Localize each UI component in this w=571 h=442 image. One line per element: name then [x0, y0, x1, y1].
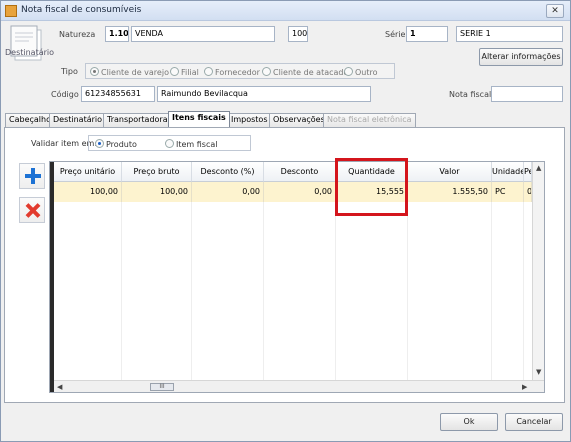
- col-peso[interactable]: Pe: [524, 162, 532, 182]
- destinatario-section-label: Destinatário: [5, 48, 55, 57]
- cancel-button[interactable]: Cancelar: [505, 413, 563, 431]
- tab-transportadora[interactable]: Transportadora: [103, 113, 172, 127]
- codigo-label: Código: [51, 90, 79, 99]
- scroll-left-icon[interactable]: ◀: [57, 383, 62, 391]
- natureza-num-field[interactable]: 100: [288, 26, 308, 42]
- serie-label: Série: [385, 30, 406, 39]
- window-title: Nota fiscal de consumíveis: [21, 5, 142, 15]
- tab-observacoes[interactable]: Observações: [269, 113, 329, 127]
- natureza-code-field[interactable]: 1.101: [105, 26, 129, 42]
- table-cell[interactable]: 0,00: [264, 182, 336, 202]
- tipo-radio-group: Cliente de varejo Filial Fornecedor Clie…: [85, 63, 395, 79]
- nota-fiscal-window: Nota fiscal de consumíveis ✕ Natureza 1.…: [0, 0, 571, 442]
- natureza-desc-field[interactable]: VENDA: [131, 26, 275, 42]
- serie-code-field[interactable]: 1: [406, 26, 448, 42]
- tab-nota-fiscal-eletronica[interactable]: Nota fiscal eletrônica: [323, 113, 416, 127]
- serie-desc-field[interactable]: SERIE 1: [456, 26, 563, 42]
- alterar-informacoes-button[interactable]: Alterar informações: [479, 48, 563, 66]
- col-desconto[interactable]: Desconto: [264, 162, 336, 182]
- quantidade-highlight-box: [335, 158, 408, 216]
- col-desconto-pct[interactable]: Desconto (%): [192, 162, 264, 182]
- scroll-thumb[interactable]: III: [150, 383, 174, 391]
- tipo-label: Tipo: [61, 67, 78, 76]
- nome-field[interactable]: Raimundo Bevilacqua: [157, 86, 371, 102]
- document-icon: [10, 25, 42, 61]
- tipo-option-cliente-varejo[interactable]: Cliente de varejo: [90, 67, 169, 77]
- horizontal-scrollbar[interactable]: ◀ III ▶: [54, 380, 544, 392]
- radio-icon: [344, 67, 353, 76]
- table-cell[interactable]: 1.555,50: [408, 182, 492, 202]
- nota-fiscal-label: Nota fiscal: [449, 90, 492, 99]
- title-bar: Nota fiscal de consumíveis ✕: [1, 1, 570, 21]
- table-cell[interactable]: 100,00: [122, 182, 192, 202]
- radio-icon: [90, 67, 99, 76]
- table-cell[interactable]: 100,00: [54, 182, 122, 202]
- table-cell[interactable]: 0,00: [192, 182, 264, 202]
- close-button[interactable]: ✕: [546, 4, 564, 18]
- remove-item-button[interactable]: [19, 197, 45, 223]
- itens-grid: Preço unitário Preço bruto Desconto (%) …: [49, 161, 545, 393]
- vertical-scrollbar[interactable]: ▲ ▼: [532, 162, 544, 380]
- validar-option-item-fiscal[interactable]: Item fiscal: [165, 139, 217, 149]
- ok-button[interactable]: Ok: [440, 413, 498, 431]
- codigo-field[interactable]: 61234855631: [81, 86, 155, 102]
- table-cell[interactable]: PC: [492, 182, 524, 202]
- radio-icon: [170, 67, 179, 76]
- tipo-option-cliente-atacado[interactable]: Cliente de atacado: [262, 67, 348, 77]
- add-item-button[interactable]: [19, 163, 45, 189]
- validar-option-produto[interactable]: Produto: [95, 139, 137, 149]
- validar-radio-group: Produto Item fiscal: [88, 135, 251, 151]
- tipo-option-fornecedor[interactable]: Fornecedor: [204, 67, 260, 77]
- radio-icon: [204, 67, 213, 76]
- tipo-option-filial[interactable]: Filial: [170, 67, 199, 77]
- radio-icon: [262, 67, 271, 76]
- tab-cabecalho[interactable]: Cabeçalho: [5, 113, 55, 127]
- col-unidade[interactable]: Unidade: [492, 162, 524, 182]
- col-preco-bruto[interactable]: Preço bruto: [122, 162, 192, 182]
- radio-icon: [95, 139, 104, 148]
- scroll-down-icon[interactable]: ▼: [536, 368, 541, 376]
- app-icon: [5, 5, 17, 17]
- tab-destinatario[interactable]: Destinatário: [49, 113, 107, 127]
- tab-impostos[interactable]: Impostos: [227, 113, 272, 127]
- natureza-label: Natureza: [59, 30, 96, 39]
- scroll-up-icon[interactable]: ▲: [536, 164, 541, 172]
- nota-fiscal-field[interactable]: [491, 86, 563, 102]
- col-valor[interactable]: Valor: [408, 162, 492, 182]
- table-cell[interactable]: 00: [524, 182, 532, 202]
- radio-icon: [165, 139, 174, 148]
- col-preco-unitario[interactable]: Preço unitário: [54, 162, 122, 182]
- tab-itens-fiscais[interactable]: Itens fiscais: [168, 111, 230, 127]
- scroll-right-icon[interactable]: ▶: [522, 383, 527, 391]
- tipo-option-outro[interactable]: Outro: [344, 67, 378, 77]
